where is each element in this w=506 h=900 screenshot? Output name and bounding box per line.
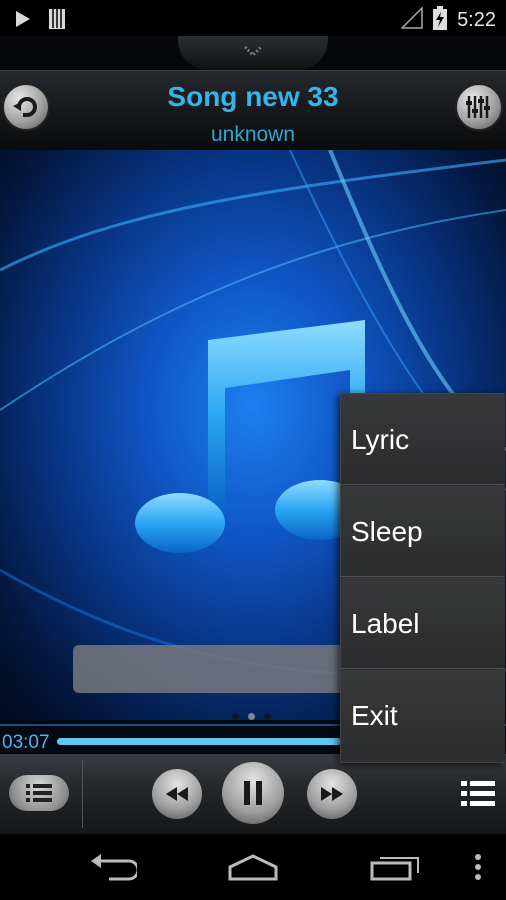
rewind-button[interactable]	[152, 769, 202, 819]
rewind-icon	[166, 787, 188, 801]
page-dot	[264, 713, 271, 720]
equalizer-icon	[466, 96, 490, 118]
menu-item-lyric[interactable]: Lyric	[341, 394, 505, 485]
equalizer-button[interactable]	[455, 83, 503, 131]
status-time: 5:22	[457, 8, 496, 31]
lyric-box	[73, 645, 373, 693]
pause-icon	[244, 781, 262, 805]
now-playing-header: Song new 33 unknown	[0, 70, 506, 150]
elapsed-time: 03:07	[2, 732, 50, 753]
overflow-menu-button[interactable]	[470, 850, 486, 884]
music-note-icon	[135, 320, 365, 553]
menu-item-label: Exit	[351, 700, 398, 731]
recents-icon	[370, 857, 419, 881]
page-dot-active	[248, 713, 255, 720]
menu-item-label: Lyric	[351, 424, 410, 455]
menu-item-exit[interactable]: Exit	[341, 670, 505, 761]
page-dot	[232, 713, 239, 720]
overflow-icon	[475, 854, 481, 880]
page-indicator	[232, 713, 271, 720]
home-button[interactable]	[226, 850, 280, 884]
pause-button[interactable]	[222, 762, 284, 824]
controls-divider	[82, 760, 83, 828]
status-bar: 5:22	[0, 0, 506, 36]
home-icon	[228, 854, 278, 881]
playlist-icon	[26, 784, 52, 802]
menu-item-label: Label	[351, 608, 420, 639]
playback-controls	[0, 754, 506, 834]
navigation-bar	[0, 834, 506, 900]
options-menu: Lyric Sleep Label Exit	[340, 393, 505, 763]
menu-item-label: Sleep	[351, 516, 423, 547]
recents-button[interactable]	[368, 850, 422, 884]
play-notification-icon	[14, 9, 32, 33]
handle-tab[interactable]	[178, 36, 328, 70]
sd-card-icon	[48, 8, 66, 34]
chevron-down-icon	[243, 45, 263, 58]
menu-list-button[interactable]	[458, 776, 498, 812]
forward-icon	[321, 787, 343, 801]
song-artist: unknown	[210, 123, 296, 146]
back-button[interactable]	[88, 850, 138, 884]
menu-item-label-option[interactable]: Label	[341, 578, 505, 669]
menu-list-icon	[461, 781, 495, 806]
back-icon	[91, 854, 137, 881]
menu-item-sleep[interactable]: Sleep	[341, 486, 505, 577]
signal-icon	[400, 6, 423, 33]
seek-bar-fill	[57, 738, 341, 745]
battery-icon	[433, 6, 448, 34]
song-title: Song new 33	[167, 81, 339, 112]
forward-button[interactable]	[307, 769, 357, 819]
panel-handle[interactable]	[0, 36, 506, 70]
playlist-button[interactable]	[9, 775, 69, 811]
